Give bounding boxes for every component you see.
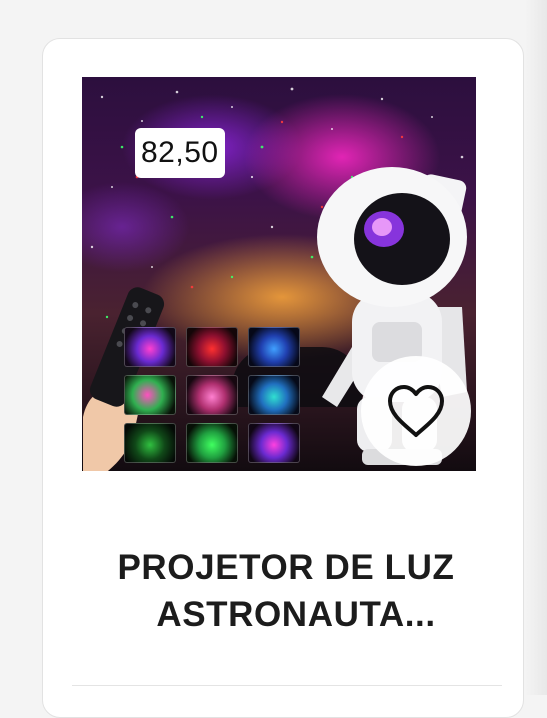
thumbnail: [248, 327, 300, 367]
thumbnail: [124, 423, 176, 463]
thumbnail: [186, 375, 238, 415]
card-divider: [72, 685, 502, 686]
favorite-button[interactable]: [361, 356, 471, 466]
thumbnail: [124, 375, 176, 415]
thumbnail: [248, 423, 300, 463]
price-badge: 82,50: [135, 128, 225, 178]
product-title-line-2: ASTRONAUTA...: [156, 595, 436, 634]
thumbnail: [124, 327, 176, 367]
page-edge-shadow: [525, 0, 547, 695]
thumbnail: [186, 327, 238, 367]
product-title-line-1: PROJETOR DE LUZ: [117, 548, 455, 587]
product-title[interactable]: PROJETOR DE LUZ ASTRONAUTA...: [82, 544, 490, 638]
thumbnail: [186, 423, 238, 463]
heart-outline-icon: [388, 385, 444, 437]
thumbnail: [248, 375, 300, 415]
projection-mode-thumbnails: [124, 327, 300, 463]
